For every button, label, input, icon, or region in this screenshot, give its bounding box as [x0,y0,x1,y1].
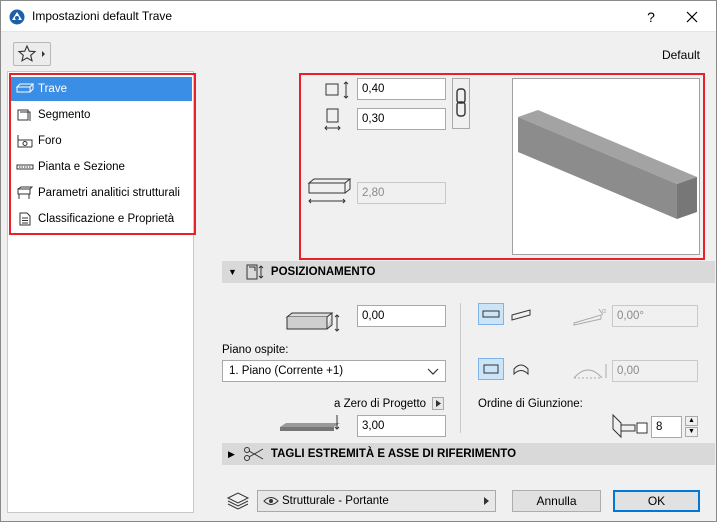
width-field[interactable]: 0,30 [357,108,446,130]
properties-icon [19,212,31,226]
sidebar-item-label: Segmento [38,109,91,121]
reference-level-field[interactable]: 3,00 [357,415,446,437]
home-story-select[interactable]: 1. Piano (Corrente +1) [222,360,446,382]
junction-order-label: Ordine di Giunzione: [478,398,583,410]
arc-height-icon [573,364,607,379]
length-icon [307,178,352,204]
sidebar-item-foro[interactable]: Foro [11,129,192,153]
dialog-window: Impostazioni default Trave ? Default Tra… [0,0,717,522]
favorites-button[interactable] [13,42,51,66]
segment-icon [17,109,31,121]
slant-angle-icon: α [573,308,606,326]
close-icon [686,11,698,23]
reference-level-icon [280,415,340,431]
layer-select[interactable]: Strutturale - Portante [257,490,496,512]
height-icon [325,81,349,99]
collapse-triangle-icon: ▼ [228,267,237,277]
star-icon [17,44,45,62]
sidebar: Trave Segmento Foro Pianta e Sezione Par… [7,71,194,513]
sidebar-item-segmento[interactable]: Segmento [11,103,192,127]
home-story-label: Piano ospite: [222,344,289,356]
sidebar-item-pianta-sezione[interactable]: Pianta e Sezione [11,155,192,179]
sidebar-item-label: Pianta e Sezione [38,161,125,173]
junction-order-decrement[interactable]: ▼ [685,427,698,437]
arc-height-field[interactable]: 0,00 [612,360,698,382]
vertical-beam-icon [482,310,500,318]
sidebar-item-label: Classificazione e Proprietà [38,213,175,225]
end-cuts-icon [243,447,264,461]
junction-order-icon [612,413,648,439]
vertical-beam-toggle[interactable] [478,303,504,325]
sidebar-item-parametri-analitici[interactable]: Parametri analitici strutturali [11,181,192,205]
width-icon [324,108,341,131]
window-title: Impostazioni default Trave [32,9,173,23]
expand-triangle-icon: ▶ [228,448,235,459]
sidebar-item-label: Trave [38,83,67,95]
ok-button[interactable]: OK [613,490,700,512]
close-button[interactable] [677,5,707,29]
sidebar-item-classificazione[interactable]: Classificazione e Proprietà [11,207,192,231]
hole-icon [17,135,33,148]
beam-preview-image [518,110,697,219]
end-cuts-section-header[interactable]: ▶ TAGLI ESTREMITÀ E ASSE DI RIFERIMENTO [222,443,715,465]
layers-icon [226,492,250,510]
play-arrow-icon [436,400,441,407]
link-dimensions-toggle[interactable] [452,78,470,129]
default-label: Default [661,48,700,62]
positioning-section-header[interactable]: ▼ POSIZIONAMENTO [222,261,715,283]
3d-preview [512,78,700,255]
chevron-down-icon [427,368,439,375]
curved-beam-toggle[interactable] [508,358,534,380]
length-field[interactable]: 2,80 [357,182,446,204]
positioning-icon [246,264,264,280]
floor-plan-icon [16,164,34,170]
home-story-value: 1. Piano (Corrente +1) [229,365,344,377]
help-button[interactable]: ? [639,6,663,28]
title-bar: Impostazioni default Trave ? [1,1,716,32]
curved-beam-icon [513,364,529,376]
offset-field[interactable]: 0,00 [357,305,446,327]
reference-level-menu-button[interactable] [432,397,444,410]
junction-order-increment[interactable]: ▲ [685,416,698,426]
svg-text:α: α [602,308,606,315]
structural-analytics-icon [17,186,34,199]
slanted-beam-toggle[interactable] [508,303,534,325]
beam-icon [16,83,34,93]
slanted-beam-icon [511,309,531,321]
vertical-separator [460,303,461,433]
junction-order-field[interactable]: 8 [651,416,682,438]
layer-value: Strutturale - Portante [282,495,389,507]
offset-icon [285,312,340,332]
straight-beam-icon [483,364,499,374]
sidebar-item-trave[interactable]: Trave [11,77,192,101]
play-arrow-icon [484,497,489,505]
sidebar-item-label: Foro [38,135,62,147]
straight-beam-toggle[interactable] [478,358,504,380]
end-cuts-section-title: TAGLI ESTREMITÀ E ASSE DI RIFERIMENTO [270,448,517,460]
archicad-icon [9,9,25,25]
height-field[interactable]: 0,40 [357,78,446,100]
sidebar-item-label: Parametri analitici strutturali [38,187,180,199]
eye-icon [263,497,279,505]
positioning-section-title: POSIZIONAMENTO [270,266,376,278]
slant-angle-field[interactable]: 0,00° [612,305,698,327]
reference-level-label: a Zero di Progetto [334,398,427,410]
chain-link-icon [456,88,466,117]
cancel-button[interactable]: Annulla [512,490,601,512]
